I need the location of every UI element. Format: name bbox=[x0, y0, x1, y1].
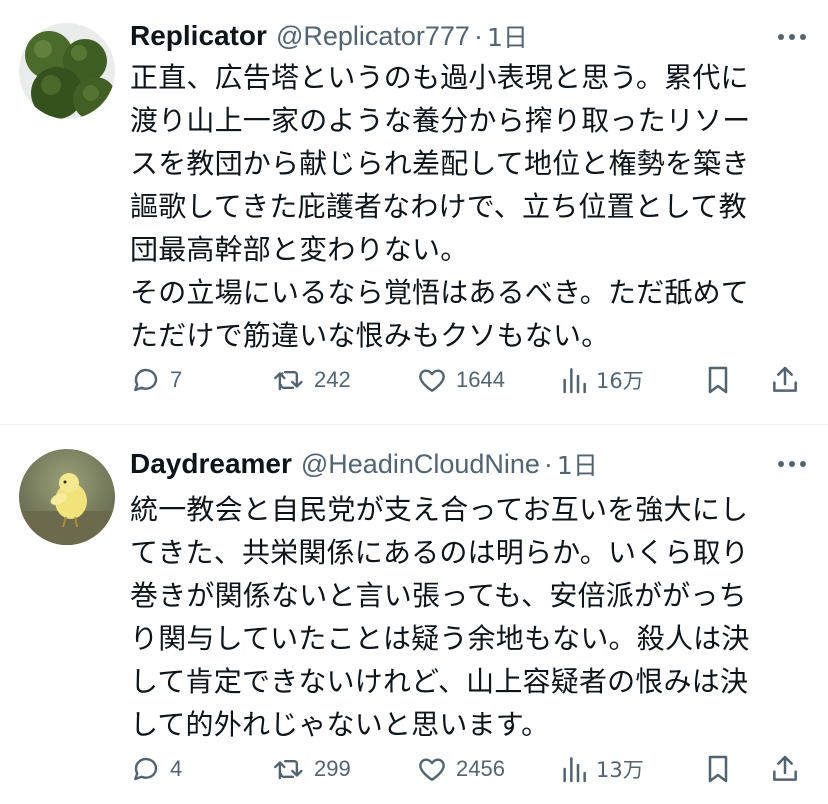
like-button[interactable]: 1644 bbox=[416, 360, 505, 400]
timestamp[interactable]: 1日 bbox=[557, 446, 598, 482]
bookmark-button[interactable] bbox=[703, 360, 733, 400]
reply-count: 7 bbox=[170, 367, 183, 392]
dot-icon bbox=[800, 461, 806, 467]
dot-icon bbox=[778, 461, 784, 467]
tweet-text-line: して肯定できないけれど、山上容疑者の恨みは決 bbox=[130, 665, 749, 698]
timestamp[interactable]: 1日 bbox=[487, 18, 528, 54]
tweet-text-line: スを教団から献じられ差配して地位と権勢を築き bbox=[130, 147, 750, 180]
tweet-text-line: 団最高幹部と変わりない。 bbox=[130, 233, 469, 266]
share-button[interactable] bbox=[770, 360, 800, 400]
view-count: 16万 bbox=[596, 369, 644, 393]
view-count: 13万 bbox=[596, 758, 644, 782]
bookmark-icon bbox=[708, 755, 728, 783]
share-upload-icon bbox=[773, 366, 797, 392]
dot-icon bbox=[778, 34, 784, 40]
dot-icon bbox=[789, 461, 795, 467]
bookmark-button[interactable] bbox=[703, 749, 733, 789]
user-handle[interactable]: @HeadinCloudNine bbox=[301, 449, 540, 480]
like-count: 1644 bbox=[456, 367, 505, 392]
reply-button[interactable]: 4 bbox=[130, 749, 182, 789]
speech-bubble-icon bbox=[134, 368, 158, 392]
reply-button[interactable]: 7 bbox=[130, 360, 182, 400]
dot-icon bbox=[789, 34, 795, 40]
tweet-text-line: その立場にいるなら覚悟はあるべき。ただ舐めて bbox=[130, 276, 750, 309]
avatar[interactable] bbox=[19, 23, 115, 119]
tweet-text: 正直、広告塔というのも過小表現と思う。累代に 渡り山上一家のような養分から搾り取… bbox=[130, 56, 810, 357]
display-name[interactable]: Replicator bbox=[130, 20, 267, 52]
repost-arrows-icon bbox=[274, 370, 303, 391]
repost-count: 299 bbox=[314, 756, 351, 781]
heart-icon bbox=[419, 369, 445, 392]
tweet-text-line: ただけで筋違いな恨みもクソもない。 bbox=[130, 319, 610, 352]
tweet-text-line: り関与していたことは疑う余地もない。殺人は決 bbox=[130, 622, 750, 655]
like-button[interactable]: 2456 bbox=[416, 749, 505, 789]
more-dots-icon[interactable] bbox=[778, 459, 806, 469]
tweet-text-line: 巻きが関係ないと言い張っても、安倍派ががっち bbox=[130, 579, 747, 612]
user-handle[interactable]: @Replicator777 bbox=[276, 21, 470, 52]
tweet-header: Daydreamer @HeadinCloudNine · 1日 bbox=[130, 447, 808, 481]
tweet[interactable]: Daydreamer @HeadinCloudNine · 1日 統一教会と自民… bbox=[0, 425, 828, 804]
tweet-text-line: てきた、共栄関係にあるのは明らか。いくら取り bbox=[130, 536, 750, 569]
speech-bubble-icon bbox=[134, 757, 158, 781]
tweet-text-line: して的外れじゃないと思います。 bbox=[130, 708, 550, 741]
timeline: Replicator @Replicator777 · 1日 正直、広告塔という… bbox=[0, 0, 828, 804]
bar-chart-icon bbox=[563, 757, 586, 783]
display-name[interactable]: Daydreamer bbox=[130, 448, 292, 480]
marimo-moss-balls-avatar-image bbox=[19, 23, 115, 119]
tweet-text-line: 謳歌してきた庇護者なわけで、立ち位置として教 bbox=[130, 190, 747, 223]
repost-button[interactable]: 242 bbox=[272, 360, 351, 400]
share-upload-icon bbox=[773, 755, 797, 781]
dot-icon bbox=[800, 34, 806, 40]
views-button[interactable]: 13万 bbox=[560, 749, 644, 789]
reply-count: 4 bbox=[170, 756, 183, 781]
views-button[interactable]: 16万 bbox=[560, 360, 644, 400]
bar-chart-icon bbox=[563, 368, 586, 394]
repost-arrows-icon bbox=[274, 759, 303, 780]
tweet-text-line: 正直、広告塔というのも過小表現と思う。累代に bbox=[130, 61, 749, 94]
avatar[interactable] bbox=[19, 449, 115, 545]
repost-button[interactable]: 299 bbox=[272, 749, 351, 789]
action-bar: 4 299 2456 13万 bbox=[130, 749, 810, 789]
heart-icon bbox=[419, 758, 445, 781]
share-button[interactable] bbox=[770, 749, 800, 789]
separator-dot: · bbox=[543, 448, 553, 479]
repost-count: 242 bbox=[314, 367, 351, 392]
gosling-chick-avatar-image bbox=[19, 449, 115, 545]
bookmark-icon bbox=[708, 366, 728, 394]
separator-dot: · bbox=[473, 20, 483, 51]
tweet-text-line: 統一教会と自民党が支え合ってお互いを強大にし bbox=[130, 493, 749, 526]
action-bar: 7 242 1644 16万 bbox=[130, 360, 810, 400]
tweet-text: 統一教会と自民党が支え合ってお互いを強大にし てきた、共栄関係にあるのは明らか。… bbox=[130, 488, 810, 746]
tweet-header: Replicator @Replicator777 · 1日 bbox=[130, 19, 808, 53]
more-dots-icon[interactable] bbox=[778, 32, 806, 42]
tweet[interactable]: Replicator @Replicator777 · 1日 正直、広告塔という… bbox=[0, 0, 828, 424]
like-count: 2456 bbox=[456, 756, 505, 781]
tweet-text-line: 渡り山上一家のような養分から搾り取ったリソー bbox=[130, 104, 751, 137]
